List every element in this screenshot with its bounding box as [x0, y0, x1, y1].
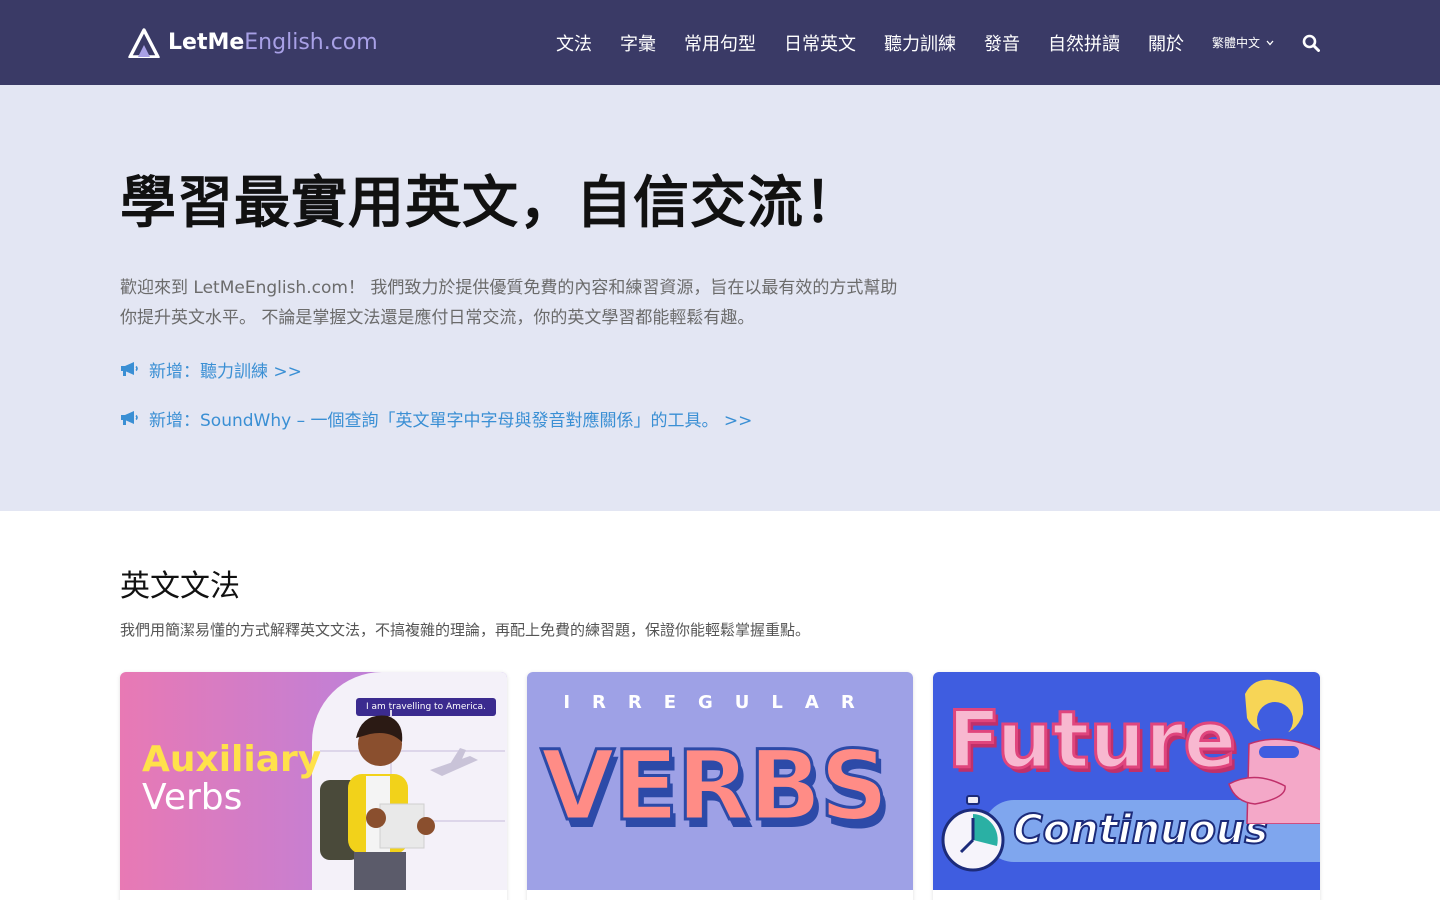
language-selector[interactable]: 繁體中文: [1212, 34, 1274, 51]
character-illustration-icon: [1228, 679, 1321, 824]
card-title-line1: Auxiliary: [142, 739, 322, 780]
hero-description: 歡迎來到 LetMeEnglish.com！ 我們致力於提供優質免費的內容和練習…: [120, 277, 898, 328]
grammar-section: 英文文法 我們用簡潔易懂的方式解釋英文文法，不搞複雜的理論，再配上免費的練習題，…: [0, 511, 1440, 900]
logo-text-letme: LetMe: [168, 30, 245, 55]
nav-item-daily-english[interactable]: 日常英文: [784, 30, 856, 56]
nav-item-pronunciation[interactable]: 發音: [984, 30, 1020, 56]
card-title-word: VERBS: [539, 737, 890, 836]
search-icon: [1302, 34, 1320, 52]
hero-section: 學習最實用英文，自信交流！ 歡迎來到 LetMeEnglish.com！ 我們致…: [0, 85, 1440, 511]
card-letters: IRREGULAR: [563, 692, 877, 713]
card-footer: [120, 890, 507, 900]
announcement-listening-link[interactable]: 新增：聽力訓練 >>: [120, 357, 1320, 382]
grammar-card-list: Auxiliary Verbs I am travelling to Ameri…: [120, 672, 1321, 900]
chevron-down-icon: [1266, 40, 1274, 45]
logo-text-english: English.com: [244, 30, 378, 55]
card-image: Auxiliary Verbs I am travelling to Ameri…: [120, 672, 507, 890]
megaphone-icon: [121, 362, 138, 377]
card-image: Future Continuous: [933, 672, 1321, 890]
nav-item-listening[interactable]: 聽力訓練: [884, 30, 956, 56]
logo-mountain-icon: [128, 27, 160, 58]
announcement-soundwhy-link[interactable]: 新增：SoundWhy – 一個查詢「英文單字中字母與發音對應關係」的工具。 >…: [120, 406, 1320, 431]
announcement-text: 新增：聽力訓練 >>: [149, 361, 302, 382]
card-image: IRREGULAR VERBS: [526, 672, 914, 890]
section-title: 英文文法: [120, 569, 240, 604]
card-title-line1: Future: [946, 696, 1238, 786]
card-footer: [933, 890, 1321, 900]
card-future-continuous[interactable]: Future Continuous: [933, 672, 1321, 900]
announcement-text: 新增：SoundWhy – 一個查詢「英文單字中字母與發音對應關係」的工具。 >…: [149, 410, 753, 431]
nav-item-phonics[interactable]: 自然拼讀: [1048, 30, 1120, 56]
card-auxiliary-verbs[interactable]: Auxiliary Verbs I am travelling to Ameri…: [120, 672, 507, 900]
main-nav: 文法 字彙 常用句型 日常英文 聽力訓練 發音 自然拼讀 關於: [556, 30, 1184, 56]
logo-text: LetMeEnglish.com: [168, 30, 378, 55]
stopwatch-icon: [941, 795, 1005, 872]
section-subtitle: 我們用簡潔易懂的方式解釋英文文法，不搞複雜的理論，再配上免費的練習題，保證你能輕…: [120, 621, 811, 639]
nav-item-sentence-patterns[interactable]: 常用句型: [684, 30, 756, 56]
nav-item-grammar[interactable]: 文法: [556, 30, 592, 56]
nav-item-about[interactable]: 關於: [1148, 30, 1184, 56]
megaphone-icon: [121, 411, 138, 426]
card-title-line2: Verbs: [142, 777, 243, 818]
card-irregular-verbs[interactable]: IRREGULAR VERBS: [526, 672, 914, 900]
traveler-illustration-icon: [320, 710, 505, 890]
card-title-word-text: VERBS: [539, 730, 890, 842]
card-footer: [526, 890, 914, 900]
language-label: 繁體中文: [1211, 36, 1260, 50]
nav-item-vocabulary[interactable]: 字彙: [620, 30, 656, 56]
hero-title: 學習最實用英文，自信交流！: [120, 171, 861, 236]
search-button[interactable]: [1302, 34, 1320, 52]
site-logo[interactable]: LetMeEnglish.com: [128, 27, 378, 58]
site-header: LetMeEnglish.com 文法 字彙 常用句型 日常英文 聽力訓練 發音…: [0, 0, 1440, 85]
